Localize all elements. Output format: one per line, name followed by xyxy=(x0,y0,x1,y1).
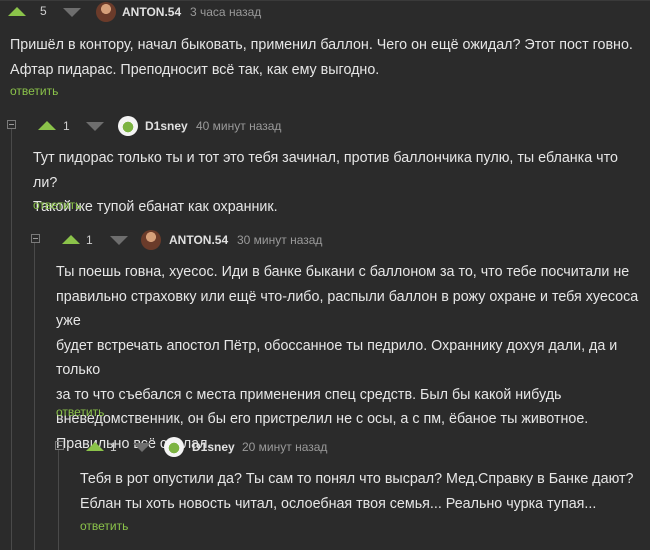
upvote-icon[interactable] xyxy=(8,7,26,16)
comment-author[interactable]: ANTON.54 xyxy=(122,5,181,19)
upvote-icon[interactable] xyxy=(86,442,104,451)
collapse-toggle[interactable] xyxy=(7,120,16,129)
downvote-icon[interactable] xyxy=(86,122,104,131)
comment-time[interactable]: 40 минут назад xyxy=(196,119,281,133)
comment-text: Ты поешь говна, хуесос. Иди в банке быка… xyxy=(56,264,639,452)
avatar[interactable] xyxy=(164,437,184,457)
comment-text: Тебя в рот опустили да? Ты сам то понял … xyxy=(80,471,634,512)
collapse-toggle[interactable] xyxy=(55,441,64,450)
comment-score: 1 xyxy=(86,233,93,247)
upvote-icon[interactable] xyxy=(38,121,56,130)
comment-time[interactable]: 3 часа назад xyxy=(190,5,261,19)
thread-line-level-2 xyxy=(34,243,35,550)
avatar[interactable] xyxy=(96,2,116,22)
comment-score: 5 xyxy=(40,4,47,18)
comment-author[interactable]: ANTON.54 xyxy=(169,233,228,247)
avatar[interactable] xyxy=(141,230,161,250)
upvote-icon[interactable] xyxy=(62,235,80,244)
avatar[interactable] xyxy=(118,116,138,136)
thread-line-level-3 xyxy=(58,450,59,550)
reply-link[interactable]: ответить xyxy=(10,84,58,98)
downvote-icon[interactable] xyxy=(133,443,151,452)
comment-score: 1 xyxy=(110,440,117,454)
reply-link[interactable]: ответить xyxy=(80,519,128,533)
thread-line-level-1 xyxy=(11,128,12,550)
comment-text: Тут пидорас только ты и тот это тебя зач… xyxy=(33,150,618,215)
comment-time[interactable]: 30 минут назад xyxy=(237,233,322,247)
reply-link[interactable]: ответить xyxy=(56,405,104,419)
downvote-icon[interactable] xyxy=(63,8,81,17)
comment-time[interactable]: 20 минут назад xyxy=(242,440,327,454)
comment-author[interactable]: D1sney xyxy=(145,119,188,133)
comment-author[interactable]: D1sney xyxy=(192,440,235,454)
reply-link[interactable]: ответить xyxy=(33,198,81,212)
downvote-icon[interactable] xyxy=(110,236,128,245)
comment-score: 1 xyxy=(63,119,70,133)
comment-text: Пришёл в контору, начал быковать, примен… xyxy=(10,37,633,78)
top-divider xyxy=(0,0,650,1)
collapse-toggle[interactable] xyxy=(31,234,40,243)
